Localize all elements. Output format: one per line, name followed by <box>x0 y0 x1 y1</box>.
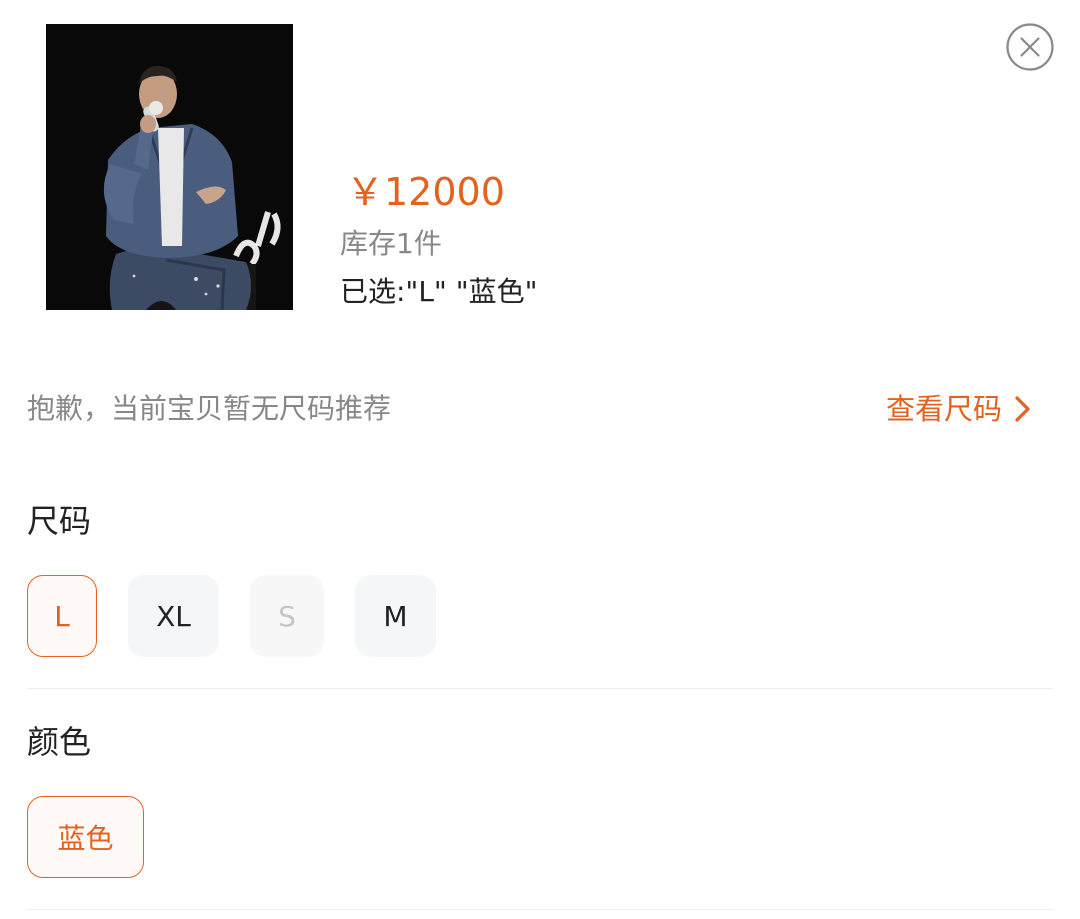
product-image <box>46 24 293 310</box>
size-option-l[interactable]: L <box>27 575 97 657</box>
sku-selector-sheet: ￥12000 库存1件 已选:"L" "蓝色" 抱歉，当前宝贝暂无尺码推荐 查看… <box>0 0 1080 919</box>
selected-spec: 已选:"L" "蓝色" <box>340 275 538 308</box>
color-option-label: 蓝色 <box>57 822 114 855</box>
size-option-label: M <box>383 599 408 633</box>
close-button[interactable] <box>1006 23 1054 71</box>
divider <box>27 688 1053 689</box>
color-section-title: 颜色 <box>27 723 92 761</box>
color-option-blue[interactable]: 蓝色 <box>27 796 144 878</box>
divider <box>27 909 1053 910</box>
size-option-label: L <box>54 599 70 633</box>
chevron-right-icon <box>1015 396 1030 422</box>
stock-count: 库存1件 <box>340 227 442 260</box>
size-option-s: S <box>250 575 324 657</box>
close-circle-icon <box>1006 23 1054 71</box>
size-option-m[interactable]: M <box>355 575 436 657</box>
size-section-title: 尺码 <box>27 502 92 540</box>
product-price: ￥12000 <box>346 170 505 214</box>
view-size-chart-label: 查看尺码 <box>886 392 1003 426</box>
size-option-label: XL <box>156 599 191 633</box>
view-size-chart-link[interactable]: 查看尺码 <box>886 388 1034 430</box>
size-recommend-tip: 抱歉，当前宝贝暂无尺码推荐 <box>27 392 392 425</box>
size-option-xl[interactable]: XL <box>128 575 219 657</box>
size-option-label: S <box>278 599 296 633</box>
